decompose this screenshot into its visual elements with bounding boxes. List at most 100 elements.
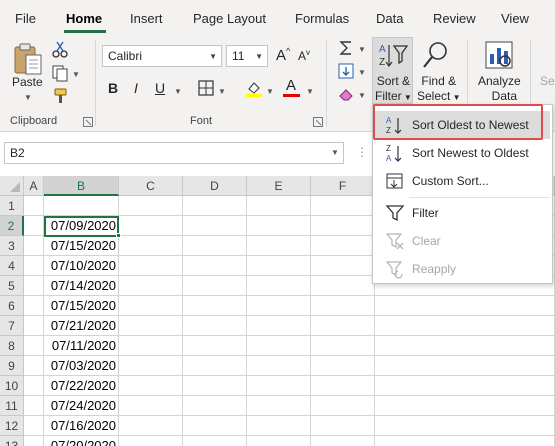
fill-handle[interactable] <box>116 233 121 238</box>
table-cell[interactable] <box>119 376 183 396</box>
borders-icon[interactable] <box>198 80 214 96</box>
bold-button[interactable]: B <box>108 80 118 96</box>
table-cell[interactable] <box>119 296 183 316</box>
table-cell[interactable] <box>247 376 311 396</box>
menu-item-custom-sort[interactable]: Custom Sort... <box>375 167 550 195</box>
increase-font-size-button[interactable]: A^ <box>276 46 290 64</box>
table-cell[interactable] <box>247 336 311 356</box>
table-cell[interactable] <box>183 416 247 436</box>
table-cell[interactable] <box>119 316 183 336</box>
clear-dropdown-icon[interactable]: ▼ <box>358 91 366 100</box>
borders-dropdown-icon[interactable]: ▼ <box>218 87 226 96</box>
table-cell[interactable] <box>311 356 375 376</box>
row-header[interactable]: 9 <box>0 356 24 376</box>
table-cell-b4[interactable]: 07/10/2020 <box>44 256 119 276</box>
table-cell[interactable] <box>24 356 44 376</box>
truncated-ribbon-label[interactable]: Se <box>540 74 555 89</box>
table-cell[interactable] <box>119 236 183 256</box>
table-cell-b10[interactable]: 07/22/2020 <box>44 376 119 396</box>
font-size-select[interactable]: 11 ▼ <box>226 45 268 67</box>
table-cell[interactable] <box>119 416 183 436</box>
analyze-data-button[interactable]: Analyze Data <box>478 74 521 104</box>
table-cell[interactable] <box>24 436 44 446</box>
tab-home[interactable]: Home <box>66 11 102 26</box>
analyze-data-icon[interactable] <box>483 39 515 71</box>
table-cell[interactable] <box>247 196 311 216</box>
cut-icon[interactable] <box>51 40 69 58</box>
font-color-dropdown-icon[interactable]: ▼ <box>306 87 314 96</box>
table-cell[interactable] <box>375 336 555 356</box>
menu-item-filter[interactable]: Filter <box>375 199 550 227</box>
table-cell-b6[interactable]: 07/15/2020 <box>44 296 119 316</box>
table-cell[interactable] <box>119 276 183 296</box>
table-cell[interactable] <box>247 416 311 436</box>
table-cell[interactable] <box>247 356 311 376</box>
column-header-f[interactable]: F <box>311 176 375 196</box>
column-header-b[interactable]: B <box>44 176 119 196</box>
table-cell[interactable] <box>24 396 44 416</box>
fill-color-icon[interactable] <box>244 78 264 98</box>
table-cell-b12[interactable]: 07/16/2020 <box>44 416 119 436</box>
table-cell[interactable] <box>311 236 375 256</box>
name-box-dropdown-icon[interactable]: ▼ <box>331 148 339 157</box>
tab-view[interactable]: View <box>501 11 529 26</box>
table-cell[interactable] <box>311 216 375 236</box>
table-cell[interactable] <box>247 276 311 296</box>
table-cell[interactable] <box>311 336 375 356</box>
paste-dropdown-icon[interactable]: ▼ <box>24 93 32 102</box>
table-cell[interactable] <box>119 216 183 236</box>
table-cell[interactable] <box>311 256 375 276</box>
table-cell[interactable] <box>375 376 555 396</box>
table-cell[interactable] <box>311 296 375 316</box>
column-header-e[interactable]: E <box>247 176 311 196</box>
table-cell[interactable] <box>183 436 247 446</box>
table-cell[interactable] <box>183 276 247 296</box>
table-cell-b8[interactable]: 07/11/2020 <box>44 336 119 356</box>
table-cell[interactable] <box>247 436 311 446</box>
menu-item-reapply[interactable]: Reapply <box>375 255 550 283</box>
select-all-corner[interactable] <box>0 176 24 196</box>
table-cell[interactable] <box>24 196 44 216</box>
table-cell[interactable] <box>24 216 44 236</box>
paste-label[interactable]: Paste <box>12 75 43 90</box>
table-cell[interactable] <box>247 396 311 416</box>
menu-item-clear[interactable]: Clear <box>375 227 550 255</box>
autosum-icon[interactable] <box>338 40 354 56</box>
font-color-button[interactable]: A <box>282 76 302 98</box>
table-cell[interactable] <box>311 396 375 416</box>
table-cell[interactable] <box>24 256 44 276</box>
table-cell[interactable] <box>183 256 247 276</box>
table-cell[interactable] <box>247 296 311 316</box>
clipboard-launcher-icon[interactable] <box>83 116 93 127</box>
column-header-a[interactable]: A <box>24 176 44 196</box>
row-header[interactable]: 13 <box>0 436 24 446</box>
table-cell[interactable] <box>24 416 44 436</box>
table-cell-b1[interactable] <box>44 196 119 216</box>
tab-file[interactable]: File <box>15 11 36 26</box>
table-cell[interactable] <box>183 296 247 316</box>
table-cell[interactable] <box>119 256 183 276</box>
table-cell[interactable] <box>311 416 375 436</box>
table-cell-b13[interactable]: 07/20/2020 <box>44 436 119 446</box>
table-cell[interactable] <box>183 216 247 236</box>
paste-icon[interactable] <box>12 42 44 76</box>
formula-bar-grip-icon[interactable]: ⋮ <box>356 145 368 159</box>
row-header[interactable]: 10 <box>0 376 24 396</box>
tab-insert[interactable]: Insert <box>130 11 163 26</box>
row-header[interactable]: 1 <box>0 196 24 216</box>
table-cell[interactable] <box>24 336 44 356</box>
copy-dropdown-icon[interactable]: ▼ <box>72 70 80 79</box>
table-cell[interactable] <box>24 236 44 256</box>
row-header[interactable]: 8 <box>0 336 24 356</box>
table-cell[interactable] <box>311 436 375 446</box>
column-header-c[interactable]: C <box>119 176 183 196</box>
table-cell-b11[interactable]: 07/24/2020 <box>44 396 119 416</box>
table-cell[interactable] <box>247 316 311 336</box>
table-cell-b3[interactable]: 07/15/2020 <box>44 236 119 256</box>
underline-dropdown-icon[interactable]: ▼ <box>174 87 182 96</box>
table-cell-b5[interactable]: 07/14/2020 <box>44 276 119 296</box>
row-header[interactable]: 6 <box>0 296 24 316</box>
column-header-d[interactable]: D <box>183 176 247 196</box>
table-cell[interactable] <box>311 196 375 216</box>
table-cell[interactable] <box>311 276 375 296</box>
